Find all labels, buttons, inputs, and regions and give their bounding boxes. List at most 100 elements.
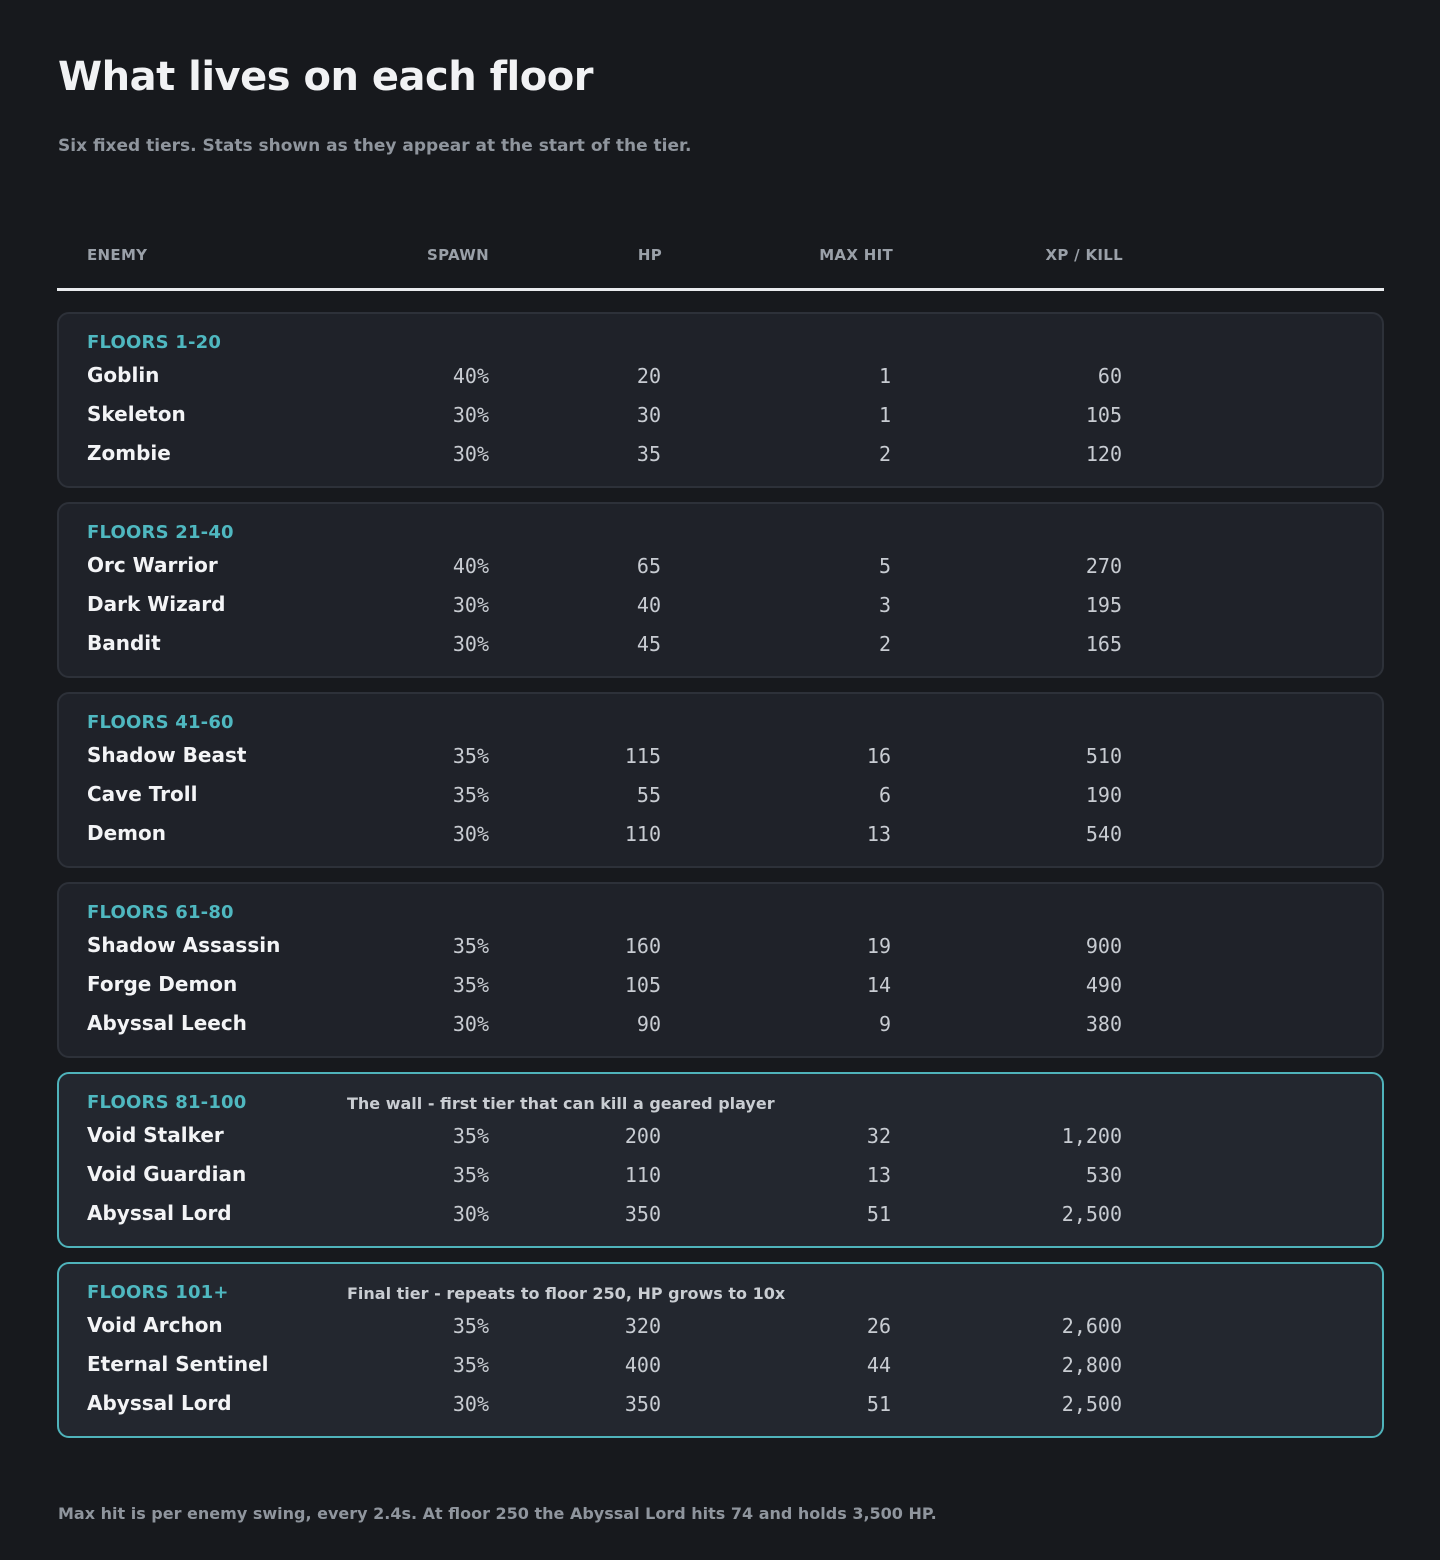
- spawn-rate: 35%: [452, 783, 489, 807]
- hp-value: 350: [624, 1202, 661, 1226]
- hp-value: 65: [636, 554, 661, 578]
- tier-list: FLOORS 1-20 Goblin 40% 20 1 60 Skeleton 30% 30 1 1…: [57, 312, 1384, 1452]
- enemy-name: Goblin: [87, 363, 160, 387]
- spawn-rate: 30%: [452, 1012, 489, 1036]
- enemy-name: Cave Troll: [87, 782, 198, 806]
- xp-value: 270: [1085, 554, 1122, 578]
- xp-value: 120: [1085, 442, 1122, 466]
- enemy-row: Demon 30% 110 13 540: [59, 821, 1382, 860]
- max-hit-value: 44: [866, 1353, 891, 1377]
- spawn-rate: 30%: [452, 822, 489, 846]
- tier-label: FLOORS 81-100: [87, 1092, 247, 1113]
- spawn-rate: 30%: [452, 632, 489, 656]
- xp-value: 2,600: [1061, 1314, 1122, 1338]
- xp-value: 1,200: [1061, 1124, 1122, 1148]
- hp-value: 30: [636, 403, 661, 427]
- hp-value: 90: [636, 1012, 661, 1036]
- enemy-name: Demon: [87, 821, 166, 845]
- spawn-rate: 35%: [452, 973, 489, 997]
- table-header: ENEMY SPAWN HP MAX HIT XP / KILL: [57, 236, 1384, 291]
- hp-value: 110: [624, 1163, 661, 1187]
- xp-value: 540: [1085, 822, 1122, 846]
- enemy-name: Skeleton: [87, 402, 186, 426]
- enemy-row: Void Stalker 35% 200 32 1,200: [59, 1123, 1382, 1162]
- enemy-name: Void Guardian: [87, 1162, 247, 1186]
- enemy-row: Abyssal Leech 30% 90 9 380: [59, 1011, 1382, 1050]
- hp-value: 320: [624, 1314, 661, 1338]
- spawn-rate: 40%: [452, 554, 489, 578]
- tier-card: FLOORS 101+ Final tier - repeats to floor…: [57, 1262, 1384, 1438]
- tier-card: FLOORS 41-60 Shadow Beast 35% 115 16 510 Cave …: [57, 692, 1384, 868]
- hp-value: 350: [624, 1392, 661, 1416]
- hp-value: 115: [624, 744, 661, 768]
- max-hit-value: 51: [866, 1392, 891, 1416]
- max-hit-value: 3: [878, 593, 891, 617]
- enemy-row: Forge Demon 35% 105 14 490: [59, 972, 1382, 1011]
- hp-value: 55: [636, 783, 661, 807]
- enemy-name: Void Archon: [87, 1313, 223, 1337]
- hp-value: 20: [636, 364, 661, 388]
- spawn-rate: 30%: [452, 1392, 489, 1416]
- tier-card: FLOORS 1-20 Goblin 40% 20 1 60 Skeleton 30% 30 1 1…: [57, 312, 1384, 488]
- spawn-rate: 30%: [452, 442, 489, 466]
- enemy-name: Zombie: [87, 441, 171, 465]
- hp-value: 35: [636, 442, 661, 466]
- hp-value: 105: [624, 973, 661, 997]
- xp-value: 900: [1085, 934, 1122, 958]
- spawn-rate: 30%: [452, 593, 489, 617]
- max-hit-value: 51: [866, 1202, 891, 1226]
- enemy-row: Shadow Beast 35% 115 16 510: [59, 743, 1382, 782]
- column-header-spawn: SPAWN: [427, 246, 489, 264]
- enemy-name: Dark Wizard: [87, 592, 226, 616]
- spawn-rate: 35%: [452, 744, 489, 768]
- tier-label: FLOORS 1-20: [87, 332, 222, 353]
- enemy-name: Shadow Beast: [87, 743, 247, 767]
- hp-value: 45: [636, 632, 661, 656]
- xp-value: 165: [1085, 632, 1122, 656]
- max-hit-value: 2: [878, 632, 891, 656]
- column-header-max-hit: MAX HIT: [819, 246, 893, 264]
- enemy-row: Bandit 30% 45 2 165: [59, 631, 1382, 670]
- spawn-rate: 35%: [452, 1353, 489, 1377]
- enemy-row: Shadow Assassin 35% 160 19 900: [59, 933, 1382, 972]
- xp-value: 60: [1097, 364, 1122, 388]
- enemy-row: Abyssal Lord 30% 350 51 2,500: [59, 1391, 1382, 1430]
- enemy-name: Orc Warrior: [87, 553, 218, 577]
- tier-note: The wall - first tier that can kill a ge…: [347, 1094, 775, 1113]
- column-header-xp: XP / KILL: [1045, 246, 1123, 264]
- enemy-row: Cave Troll 35% 55 6 190: [59, 782, 1382, 821]
- spawn-rate: 30%: [452, 403, 489, 427]
- xp-value: 530: [1085, 1163, 1122, 1187]
- max-hit-value: 13: [866, 822, 891, 846]
- enemy-row: Void Archon 35% 320 26 2,600: [59, 1313, 1382, 1352]
- max-hit-value: 9: [878, 1012, 891, 1036]
- xp-value: 2,500: [1061, 1392, 1122, 1416]
- tier-label: FLOORS 21-40: [87, 522, 234, 543]
- tier-label: FLOORS 61-80: [87, 902, 234, 923]
- spawn-rate: 30%: [452, 1202, 489, 1226]
- enemy-name: Shadow Assassin: [87, 933, 281, 957]
- enemy-name: Eternal Sentinel: [87, 1352, 269, 1376]
- hp-value: 40: [636, 593, 661, 617]
- enemy-name: Abyssal Leech: [87, 1011, 247, 1035]
- hp-value: 400: [624, 1353, 661, 1377]
- tier-card: FLOORS 61-80 Shadow Assassin 35% 160 19 900 Fo…: [57, 882, 1384, 1058]
- max-hit-value: 26: [866, 1314, 891, 1338]
- max-hit-value: 32: [866, 1124, 891, 1148]
- enemy-name: Abyssal Lord: [87, 1391, 232, 1415]
- page-title: What lives on each floor: [58, 54, 593, 100]
- max-hit-value: 14: [866, 973, 891, 997]
- max-hit-value: 6: [878, 783, 891, 807]
- spawn-rate: 35%: [452, 1314, 489, 1338]
- max-hit-value: 5: [878, 554, 891, 578]
- max-hit-value: 19: [866, 934, 891, 958]
- spawn-rate: 35%: [452, 1163, 489, 1187]
- xp-value: 2,500: [1061, 1202, 1122, 1226]
- xp-value: 190: [1085, 783, 1122, 807]
- enemy-row: Zombie 30% 35 2 120: [59, 441, 1382, 480]
- footnote: Max hit is per enemy swing, every 2.4s. …: [58, 1504, 937, 1523]
- xp-value: 510: [1085, 744, 1122, 768]
- enemy-row: Abyssal Lord 30% 350 51 2,500: [59, 1201, 1382, 1240]
- column-header-hp: HP: [637, 246, 662, 264]
- max-hit-value: 16: [866, 744, 891, 768]
